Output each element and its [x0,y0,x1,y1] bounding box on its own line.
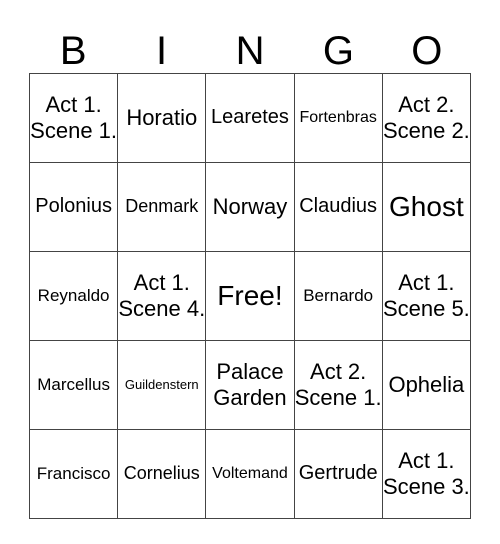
bingo-cell[interactable]: Denmark [117,162,207,252]
bingo-cell[interactable]: Act 2. Scene 2. [381,73,472,163]
bingo-cell[interactable]: Guildenstern [117,340,207,430]
bingo-cell[interactable]: Learetes [205,73,295,163]
card-row: Francisco Cornelius Voltemand Gertrude A… [28,429,472,519]
bingo-cell[interactable]: Act 2. Scene 1. [293,340,383,430]
card-row: Marcellus Guildenstern Palace Garden Act… [28,340,472,430]
bingo-cell[interactable]: Voltemand [205,429,295,519]
bingo-cell[interactable]: Fortenbras [293,73,383,163]
bingo-cell[interactable]: Norway [205,162,295,252]
header-letter-i: I [156,29,168,73]
card-row: Polonius Denmark Norway Claudius Ghost [28,162,472,252]
bingo-cell[interactable]: Bernardo [293,251,383,341]
bingo-card: Act 1. Scene 1. Horatio Learetes Fortenb… [28,73,472,519]
header-letter-b: B [59,29,87,73]
bingo-cell[interactable]: Francisco [28,429,119,519]
bingo-cell[interactable]: Polonius [28,162,119,252]
bingo-cell[interactable]: Gertrude [293,429,383,519]
bingo-cell[interactable]: Reynaldo [28,251,119,341]
bingo-cell[interactable]: Act 1. Scene 3. [381,429,472,519]
bingo-cell[interactable]: Act 1. Scene 1. [28,73,119,163]
bingo-cell[interactable]: Palace Garden [205,340,295,430]
card-row: Reynaldo Act 1. Scene 4. Free! Bernardo … [28,251,472,341]
bingo-cell[interactable]: Claudius [293,162,383,252]
bingo-cell[interactable]: Horatio [117,73,207,163]
bingo-cell[interactable]: Cornelius [117,429,207,519]
free-space-cell[interactable]: Free! [205,251,295,341]
bingo-header: B I N G O [29,30,471,73]
header-letter-g: G [322,29,354,73]
header-letter-o: O [411,29,443,73]
bingo-cell[interactable]: Ophelia [381,340,472,430]
bingo-cell[interactable]: Ghost [381,162,472,252]
bingo-cell[interactable]: Act 1. Scene 5. [381,251,472,341]
bingo-cell[interactable]: Act 1. Scene 4. [117,251,207,341]
bingo-cell[interactable]: Marcellus [28,340,119,430]
header-letter-n: N [235,29,265,73]
card-row: Act 1. Scene 1. Horatio Learetes Fortenb… [28,73,472,163]
